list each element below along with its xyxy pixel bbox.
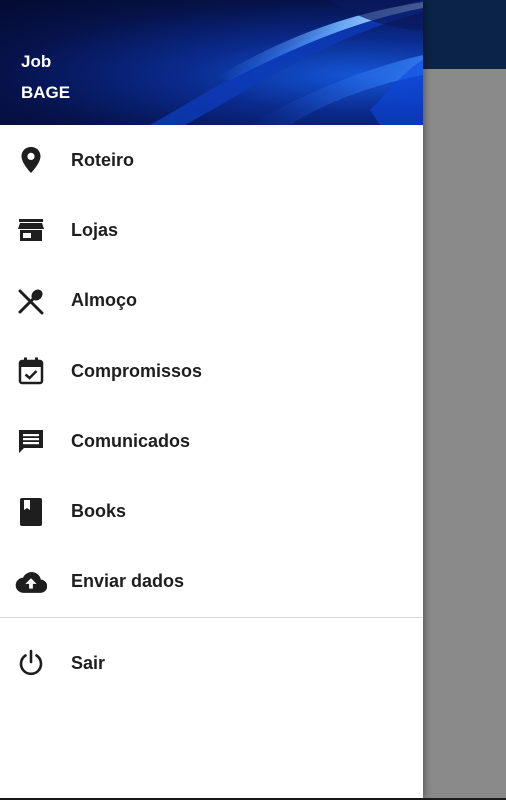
menu-item-sair[interactable]: Sair bbox=[0, 628, 423, 698]
menu-item-label: Almoço bbox=[71, 290, 138, 311]
power-icon bbox=[15, 647, 47, 679]
store-icon bbox=[15, 214, 47, 246]
header-subtitle: BAGE bbox=[21, 83, 71, 102]
menu-item-comunicados[interactable]: Comunicados bbox=[0, 406, 423, 476]
menu-item-enviar-dados[interactable]: Enviar dados bbox=[0, 547, 423, 617]
drawer-header: Job BAGE bbox=[0, 0, 423, 125]
menu-item-almoco[interactable]: Almoço bbox=[0, 266, 423, 336]
drawer-menu: Roteiro Lojas Almoço Compromissos Comuni… bbox=[0, 125, 423, 617]
menu-item-compromissos[interactable]: Compromissos bbox=[0, 336, 423, 406]
menu-item-label: Roteiro bbox=[71, 149, 134, 170]
menu-item-books[interactable]: Books bbox=[0, 476, 423, 546]
restaurant-icon bbox=[15, 285, 47, 317]
navigation-drawer: Job BAGE Roteiro Lojas Almoço Compromiss… bbox=[0, 0, 423, 798]
calendar-check-icon bbox=[15, 355, 47, 387]
menu-item-label: Books bbox=[71, 501, 127, 522]
menu-item-label: Sair bbox=[71, 652, 106, 673]
header-title: Job bbox=[21, 52, 52, 71]
menu-item-label: Compromissos bbox=[71, 360, 203, 381]
message-icon bbox=[15, 425, 47, 457]
menu-item-roteiro[interactable]: Roteiro bbox=[0, 125, 423, 195]
menu-item-label: Lojas bbox=[71, 219, 119, 240]
menu-item-lojas[interactable]: Lojas bbox=[0, 195, 423, 265]
header-background-art bbox=[150, 0, 423, 125]
location-pin-icon bbox=[15, 144, 47, 176]
cloud-upload-icon bbox=[15, 566, 47, 598]
menu-item-label: Enviar dados bbox=[71, 571, 185, 592]
menu-item-label: Comunicados bbox=[71, 430, 191, 451]
book-icon bbox=[15, 496, 47, 528]
menu-divider bbox=[0, 617, 423, 619]
